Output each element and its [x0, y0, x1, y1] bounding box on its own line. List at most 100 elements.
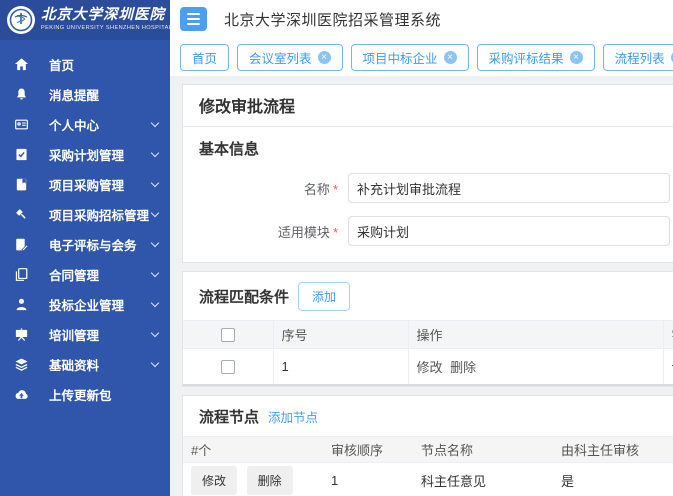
row-checkbox[interactable]	[221, 360, 235, 374]
name-field-label: 名称*	[183, 179, 338, 198]
tab-close-icon[interactable]	[444, 51, 457, 64]
sidebar-item-label: 消息提醒	[49, 85, 99, 104]
column-header-dept-review: 由科主任审核	[553, 436, 673, 462]
tab-label: 项目中标企业	[363, 48, 438, 67]
node-actions-cell: 修改 删除	[183, 462, 323, 496]
sidebar-item-label: 基础资料	[49, 355, 99, 374]
match-conditions-table: 序号 操作 字 1 修改 删除 计	[183, 320, 673, 386]
form-row-module: 适用模块*	[183, 216, 673, 246]
sidebar: 北京大学深圳医院 PEKING UNIVERSITY SHENZHEN HOSP…	[0, 0, 170, 496]
tab-meeting-room-list[interactable]: 会议室列表	[237, 44, 343, 71]
sidebar-item-contract[interactable]: 合同管理	[0, 259, 170, 289]
basic-info-card: 修改审批流程 基本信息 名称* 适用模块*	[182, 84, 673, 263]
name-field[interactable]	[348, 173, 670, 203]
process-nodes-table: #个 审核顺序 节点名称 由科主任审核 修改 删除 1	[183, 436, 673, 496]
delete-button[interactable]: 删除	[247, 466, 293, 495]
chevron-down-icon	[151, 329, 159, 337]
actions-cell: 修改 删除	[408, 349, 663, 385]
table-row: 修改 删除 1 科主任意见 是	[183, 462, 673, 496]
tab-label: 首页	[192, 48, 217, 67]
match-conditions-card: 流程匹配条件 添加 序号 操作 字	[182, 271, 673, 387]
book-icon	[13, 176, 29, 192]
doc-edit-icon	[13, 236, 29, 252]
sidebar-item-bidder-management[interactable]: 投标企业管理	[0, 289, 170, 319]
tab-close-icon[interactable]	[570, 51, 583, 64]
hospital-name-cn: 北京大学深圳医院	[41, 8, 170, 24]
page-content: 修改审批流程 基本信息 名称* 适用模块* 流程匹配条件 添加	[170, 76, 673, 496]
sidebar-item-label: 个人中心	[49, 115, 99, 134]
hospital-emblem-icon	[7, 6, 35, 34]
sidebar-item-personal-center[interactable]: 个人中心	[0, 109, 170, 139]
tab-home[interactable]: 首页	[180, 44, 229, 71]
sidebar-item-project-procurement[interactable]: 项目采购管理	[0, 169, 170, 199]
node-name-cell: 科主任意见	[413, 462, 553, 496]
hospital-name: 北京大学深圳医院 PEKING UNIVERSITY SHENZHEN HOSP…	[41, 8, 170, 31]
form-row-name: 名称*	[183, 173, 673, 203]
table-header-row: 序号 操作 字	[183, 321, 673, 349]
tab-label: 流程列表	[615, 48, 665, 67]
page-title: 修改审批流程	[183, 85, 673, 127]
menu-toggle-button[interactable]	[180, 7, 207, 31]
sidebar-item-project-bidding[interactable]: 项目采购招标管理	[0, 199, 170, 229]
add-node-link[interactable]: 添加节点	[268, 407, 318, 426]
sidebar-item-procurement-plan[interactable]: 采购计划管理	[0, 139, 170, 169]
app-title: 北京大学深圳医院招采管理系统	[224, 9, 441, 30]
chevron-down-icon	[151, 359, 159, 367]
column-header-order: 审核顺序	[323, 436, 413, 462]
hospital-name-en: PEKING UNIVERSITY SHENZHEN HOSPITAL	[41, 25, 170, 31]
module-field[interactable]	[348, 216, 670, 246]
open-tabs-bar: 首页 会议室列表 项目中标企业 采购评标结果 流程列表 流程	[170, 38, 673, 76]
column-header-clipped: 字	[663, 321, 673, 349]
add-condition-button[interactable]: 添加	[298, 282, 350, 311]
sidebar-item-home[interactable]: 首页	[0, 49, 170, 79]
hospital-logo: 北京大学深圳医院 PEKING UNIVERSITY SHENZHEN HOSP…	[0, 0, 170, 40]
table-header-row: #个 审核顺序 节点名称 由科主任审核	[183, 436, 673, 462]
chevron-down-icon	[151, 119, 159, 127]
main-area: 北京大学深圳医院招采管理系统 首页 会议室列表 项目中标企业 采购评标结果 流程…	[170, 0, 673, 496]
contract-icon	[13, 266, 29, 282]
app-window: 北京大学深圳医院 PEKING UNIVERSITY SHENZHEN HOSP…	[0, 0, 673, 496]
clipboard-check-icon	[13, 146, 29, 162]
top-header: 北京大学深圳医院招采管理系统	[170, 0, 673, 38]
tab-evaluation-results[interactable]: 采购评标结果	[477, 44, 595, 71]
chevron-down-icon	[151, 299, 159, 307]
sidebar-item-label: 上传更新包	[49, 385, 112, 404]
tab-process-list[interactable]: 流程列表	[603, 44, 673, 71]
sidebar-item-messages[interactable]: 消息提醒	[0, 79, 170, 109]
sidebar-item-upload-package[interactable]: 上传更新包	[0, 379, 170, 409]
chevron-down-icon	[151, 209, 159, 217]
presentation-icon	[13, 326, 29, 342]
column-header-seq: 序号	[273, 321, 408, 349]
process-nodes-header: 流程节点 添加节点	[183, 396, 673, 436]
sidebar-item-e-evaluation[interactable]: 电子评标与会务	[0, 229, 170, 259]
clipped-cell: 计	[663, 349, 673, 385]
dept-review-cell: 是	[553, 462, 673, 496]
column-header-actions: 操作	[408, 321, 663, 349]
sidebar-item-label: 项目采购招标管理	[49, 205, 149, 224]
modify-button[interactable]: 修改	[191, 466, 237, 495]
chevron-down-icon	[151, 269, 159, 277]
sidebar-item-label: 电子评标与会务	[49, 235, 137, 254]
chevron-down-icon	[151, 239, 159, 247]
process-nodes-title: 流程节点	[199, 406, 259, 427]
cloud-upload-icon	[13, 386, 29, 402]
tab-winning-bidders[interactable]: 项目中标企业	[351, 44, 469, 71]
modify-link[interactable]: 修改	[417, 360, 443, 375]
match-conditions-title: 流程匹配条件	[199, 286, 289, 307]
bell-icon	[13, 86, 29, 102]
order-cell: 1	[323, 462, 413, 496]
required-mark: *	[333, 182, 338, 197]
sidebar-item-label: 投标企业管理	[49, 295, 124, 314]
select-all-checkbox[interactable]	[221, 328, 235, 342]
delete-link[interactable]: 删除	[450, 360, 476, 375]
layers-icon	[13, 356, 29, 372]
column-header-index: #个	[183, 436, 323, 462]
tab-close-icon[interactable]	[318, 51, 331, 64]
sidebar-item-training[interactable]: 培训管理	[0, 319, 170, 349]
home-icon	[13, 56, 29, 72]
user-icon	[13, 296, 29, 312]
sidebar-item-basic-data[interactable]: 基础资料	[0, 349, 170, 379]
table-row: 1 修改 删除 计	[183, 349, 673, 385]
required-mark: *	[333, 225, 338, 240]
tab-label: 会议室列表	[249, 48, 312, 67]
